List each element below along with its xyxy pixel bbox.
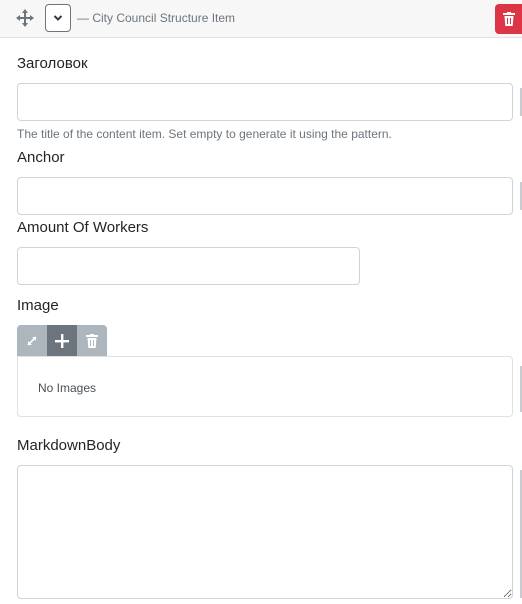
widget-header: — City Council Structure Item (0, 0, 522, 38)
chevron-down-icon (53, 15, 63, 21)
title-hint: The title of the content item. Set empty… (17, 127, 392, 141)
workers-label: Amount Of Workers (17, 219, 149, 236)
markdown-editor[interactable] (17, 465, 513, 599)
trash-icon (502, 12, 515, 26)
image-label: Image (17, 297, 59, 314)
plus-icon (55, 333, 69, 348)
add-image-button[interactable] (47, 325, 77, 356)
remove-image-button[interactable] (77, 325, 107, 356)
workers-input[interactable] (17, 247, 360, 285)
delete-widget-button[interactable] (495, 4, 522, 34)
anchor-label: Anchor (17, 149, 65, 166)
image-toolbar (17, 325, 107, 356)
move-arrows-icon[interactable] (16, 9, 34, 27)
widget-title: — City Council Structure Item (77, 11, 236, 25)
expand-icon (27, 335, 37, 346)
markdown-label: MarkdownBody (17, 437, 121, 454)
images-list: No Images (17, 356, 513, 417)
title-label: Заголовок (17, 55, 88, 72)
title-input[interactable] (17, 83, 513, 121)
anchor-input[interactable] (17, 177, 513, 215)
collapse-button[interactable] (45, 4, 71, 32)
expand-button[interactable] (17, 325, 47, 356)
no-images-text: No Images (38, 381, 97, 395)
trash-icon (86, 333, 98, 348)
